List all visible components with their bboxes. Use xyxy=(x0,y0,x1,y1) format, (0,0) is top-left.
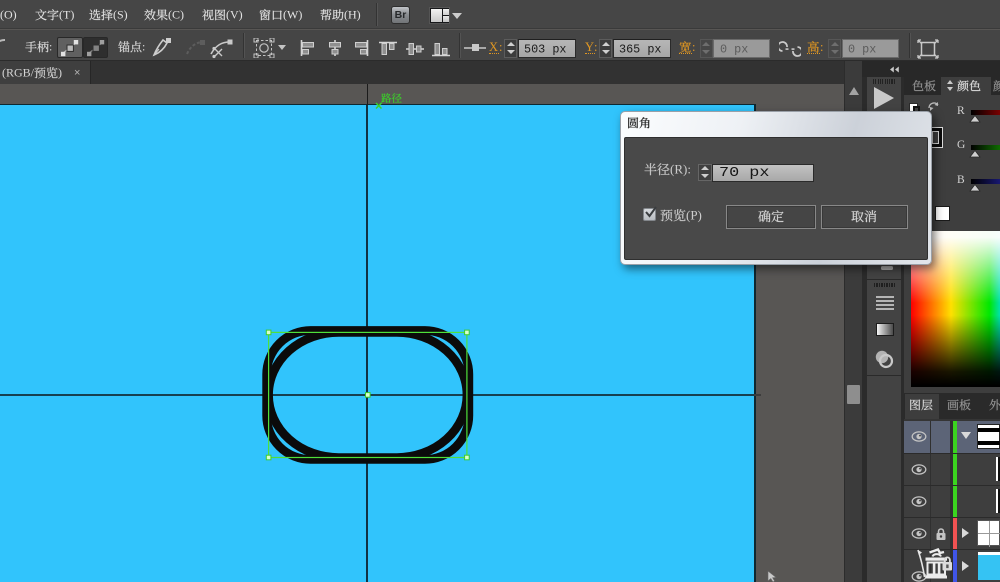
svg-text::: : xyxy=(499,40,502,54)
svg-text:×: × xyxy=(74,67,80,79)
svg-text::: : xyxy=(594,40,597,54)
svg-text:(RGB/: (RGB/ xyxy=(2,65,35,79)
svg-text:0 px: 0 px xyxy=(720,42,748,56)
svg-text:(H): (H) xyxy=(344,7,361,21)
svg-text:503 px: 503 px xyxy=(524,42,566,56)
svg-text:): ) xyxy=(58,65,62,79)
svg-text::: : xyxy=(820,40,823,54)
svg-text:Y: Y xyxy=(585,40,594,54)
svg-text:(O): (O) xyxy=(0,7,17,21)
svg-text:(R):: (R): xyxy=(670,161,691,176)
svg-text:(P): (P) xyxy=(686,207,702,222)
svg-text::: : xyxy=(49,39,52,53)
svg-text::: : xyxy=(692,40,695,54)
svg-text:(S): (S) xyxy=(113,7,128,21)
svg-text:R: R xyxy=(957,105,965,117)
svg-text:(W): (W) xyxy=(283,7,302,21)
svg-text:(T): (T) xyxy=(59,7,74,21)
svg-text:(V): (V) xyxy=(226,7,243,21)
svg-text:365 px: 365 px xyxy=(619,42,661,56)
svg-text:X: X xyxy=(489,40,498,54)
svg-text:70 px: 70 px xyxy=(719,165,769,181)
svg-text::: : xyxy=(142,39,145,53)
svg-text:G: G xyxy=(957,139,965,151)
svg-text:0 px: 0 px xyxy=(848,42,876,56)
svg-text:B: B xyxy=(957,174,965,186)
svg-text:(C): (C) xyxy=(168,7,184,21)
